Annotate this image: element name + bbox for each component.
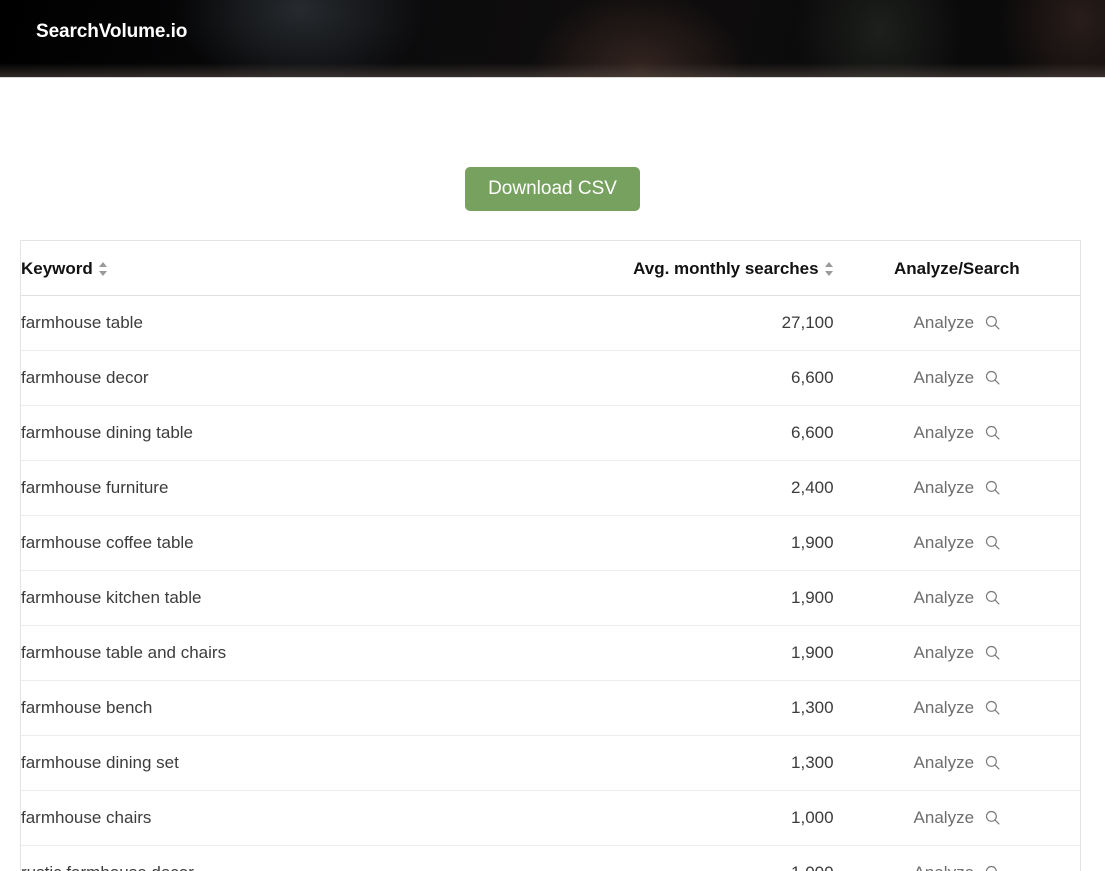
cell-keyword: farmhouse dining table [21, 405, 500, 461]
search-icon[interactable] [985, 645, 1000, 660]
column-header-keyword-label: Keyword [21, 259, 93, 278]
cell-keyword: farmhouse table and chairs [21, 625, 500, 681]
column-header-keyword[interactable]: Keyword [21, 241, 500, 296]
cell-keyword: farmhouse coffee table [21, 515, 500, 571]
search-icon[interactable] [985, 700, 1000, 715]
analyze-link[interactable]: Analyze [914, 533, 974, 552]
column-header-avg-monthly-searches-label: Avg. monthly searches [633, 259, 819, 278]
cell-keyword: farmhouse bench [21, 680, 500, 736]
cell-keyword: farmhouse decor [21, 350, 500, 406]
search-icon[interactable] [985, 755, 1000, 770]
site-header: SearchVolume.io [0, 0, 1105, 78]
cell-analyze-search: Analyze [833, 460, 1080, 516]
cell-keyword: farmhouse table [21, 295, 500, 351]
table-row: farmhouse coffee table 1,900 Analyze [21, 515, 1080, 571]
cell-keyword: farmhouse chairs [21, 790, 500, 846]
cell-analyze-search: Analyze [833, 405, 1080, 461]
cell-avg-monthly-searches: 1,000 [499, 845, 834, 871]
cell-analyze-search: Analyze [833, 570, 1080, 626]
cell-keyword: rustic farmhouse decor [21, 845, 500, 871]
cell-analyze-search: Analyze [833, 845, 1080, 871]
table-row: farmhouse chairs 1,000 Analyze [21, 790, 1080, 846]
search-icon[interactable] [985, 535, 1000, 550]
cell-avg-monthly-searches: 2,400 [499, 460, 834, 516]
site-brand-logo[interactable]: SearchVolume.io [36, 21, 187, 43]
table-row: farmhouse furniture 2,400 Analyze [21, 460, 1080, 516]
keyword-results-card: Keyword Avg. monthly searches Analyze/Se… [20, 240, 1081, 871]
cell-analyze-search: Analyze [833, 680, 1080, 736]
cell-analyze-search: Analyze [833, 790, 1080, 846]
table-row: farmhouse bench 1,300 Analyze [21, 680, 1080, 736]
analyze-link[interactable]: Analyze [914, 698, 974, 717]
cell-avg-monthly-searches: 1,900 [499, 515, 834, 571]
analyze-link[interactable]: Analyze [914, 643, 974, 662]
search-icon[interactable] [985, 315, 1000, 330]
cell-avg-monthly-searches: 6,600 [499, 350, 834, 406]
cell-keyword: farmhouse kitchen table [21, 570, 500, 626]
table-header-row: Keyword Avg. monthly searches Analyze/Se… [21, 241, 1080, 296]
analyze-link[interactable]: Analyze [914, 478, 974, 497]
cell-keyword: farmhouse furniture [21, 460, 500, 516]
search-icon[interactable] [985, 590, 1000, 605]
cell-avg-monthly-searches: 27,100 [499, 295, 834, 351]
table-row: farmhouse decor 6,600 Analyze [21, 350, 1080, 406]
table-row: farmhouse table 27,100 Analyze [21, 295, 1080, 351]
main-content: Download CSV Keyword Avg. monthly search… [0, 78, 1105, 871]
sort-updown-icon[interactable] [824, 262, 834, 276]
cell-analyze-search: Analyze [833, 350, 1080, 406]
download-csv-row: Download CSV [0, 78, 1105, 211]
search-icon[interactable] [985, 480, 1000, 495]
analyze-link[interactable]: Analyze [914, 808, 974, 827]
cell-avg-monthly-searches: 1,900 [499, 625, 834, 681]
table-row: farmhouse dining table 6,600 Analyze [21, 405, 1080, 461]
analyze-link[interactable]: Analyze [914, 313, 974, 332]
cell-avg-monthly-searches: 6,600 [499, 405, 834, 461]
cell-avg-monthly-searches: 1,000 [499, 790, 834, 846]
keyword-table: Keyword Avg. monthly searches Analyze/Se… [21, 241, 1080, 871]
analyze-link[interactable]: Analyze [914, 753, 974, 772]
search-icon[interactable] [985, 865, 1000, 871]
column-header-analyze-search: Analyze/Search [833, 241, 1080, 296]
table-row: farmhouse dining set 1,300 Analyze [21, 735, 1080, 791]
table-row: farmhouse kitchen table 1,900 Analyze [21, 570, 1080, 626]
cell-analyze-search: Analyze [833, 625, 1080, 681]
table-row: farmhouse table and chairs 1,900 Analyze [21, 625, 1080, 681]
cell-avg-monthly-searches: 1,300 [499, 680, 834, 736]
cell-analyze-search: Analyze [833, 515, 1080, 571]
cell-analyze-search: Analyze [833, 295, 1080, 351]
download-csv-button[interactable]: Download CSV [465, 167, 640, 211]
search-icon[interactable] [985, 810, 1000, 825]
table-row: rustic farmhouse decor1,000 Analyze [21, 845, 1080, 871]
sort-updown-icon[interactable] [98, 262, 108, 276]
table-body: farmhouse table 27,100 Analyze farmhouse de… [21, 295, 1080, 871]
search-icon[interactable] [985, 370, 1000, 385]
table-header: Keyword Avg. monthly searches Analyze/Se… [21, 241, 1080, 296]
cell-analyze-search: Analyze [833, 735, 1080, 791]
cell-keyword: farmhouse dining set [21, 735, 500, 791]
analyze-link[interactable]: Analyze [914, 588, 974, 607]
column-header-analyze-search-label: Analyze/Search [893, 259, 1020, 278]
analyze-link[interactable]: Analyze [914, 863, 974, 871]
analyze-link[interactable]: Analyze [914, 423, 974, 442]
analyze-link[interactable]: Analyze [914, 368, 974, 387]
cell-avg-monthly-searches: 1,900 [499, 570, 834, 626]
cell-avg-monthly-searches: 1,300 [499, 735, 834, 791]
column-header-avg-monthly-searches[interactable]: Avg. monthly searches [499, 241, 834, 296]
search-icon[interactable] [985, 425, 1000, 440]
